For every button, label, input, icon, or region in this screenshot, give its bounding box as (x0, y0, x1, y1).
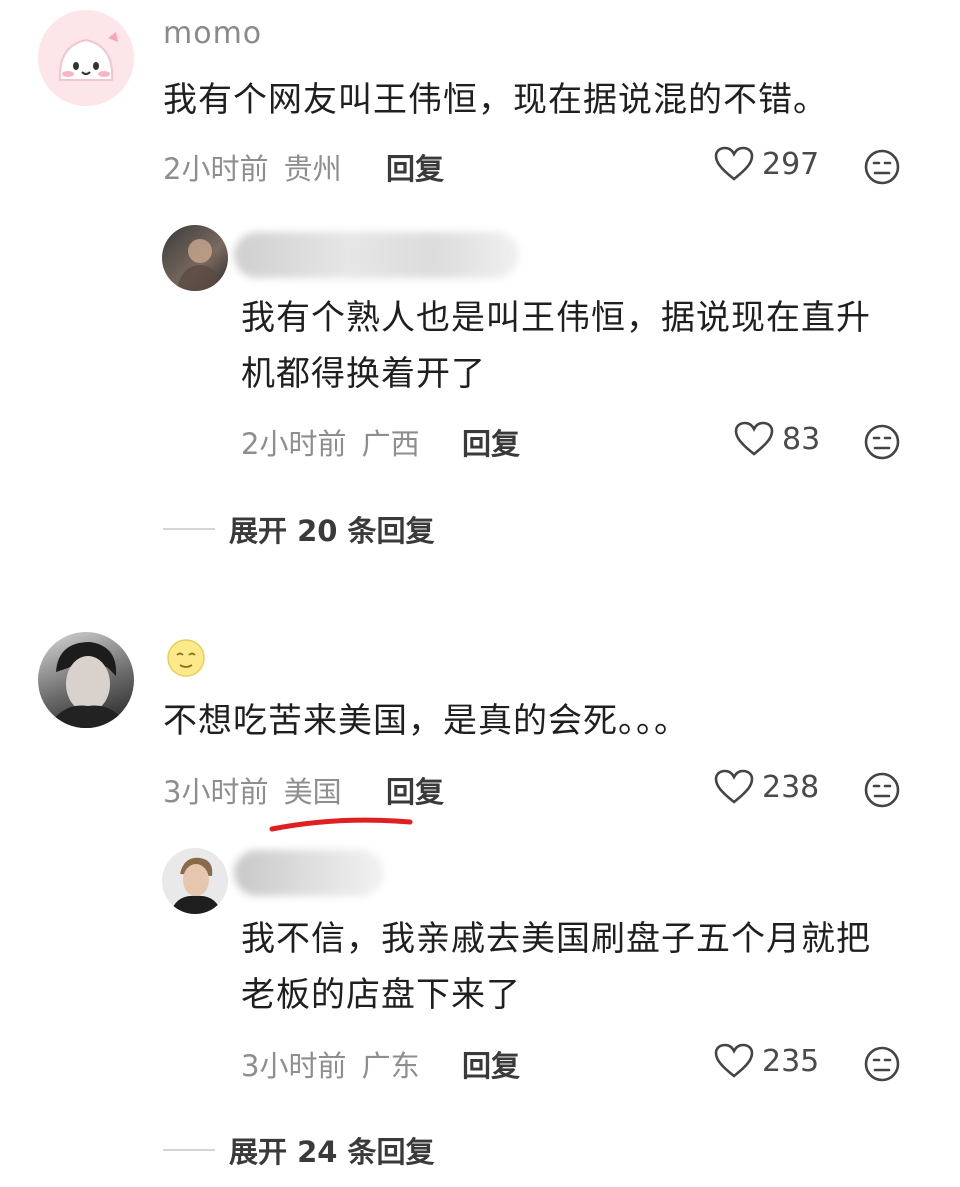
heart-icon (714, 1043, 754, 1078)
heart-icon (714, 769, 754, 804)
reply-button[interactable]: 回复 (462, 421, 520, 463)
expand-replies-label: 展开 20 条回复 (229, 514, 435, 548)
like-count: 238 (762, 769, 820, 805)
reply-text-line-2: 机都得换着开了 (241, 354, 486, 394)
reply-text-line-1: 我不信，我亲戚去美国刷盘子五个月就把 (241, 919, 871, 959)
expand-replies-label: 展开 24 条回复 (229, 1135, 435, 1169)
emoji-reaction-icon[interactable] (863, 148, 901, 186)
reply-time: 3小时前 (241, 1049, 347, 1083)
comment-time: 3小时前 (163, 775, 269, 809)
like-button[interactable]: 83 (734, 421, 820, 457)
red-underline-annotation (269, 817, 413, 832)
comment-text: 我有个网友叫王伟恒，现在据说混的不错。 (163, 80, 828, 120)
like-count: 235 (762, 1043, 820, 1079)
heart-icon (714, 146, 754, 181)
comment-meta: 3小时前 美国 (163, 769, 342, 811)
reply-avatar[interactable] (162, 848, 228, 914)
divider (163, 528, 215, 530)
emoji-reaction-icon[interactable] (863, 1045, 901, 1083)
comment-time: 2小时前 (163, 152, 269, 186)
username[interactable]: momo (163, 16, 262, 51)
like-count: 83 (782, 421, 821, 457)
photo-avatar-icon (170, 857, 222, 914)
comment-location: 美国 (283, 775, 342, 809)
expand-replies-button[interactable]: 展开 20 条回复 (163, 508, 435, 550)
reply-avatar[interactable] (162, 225, 228, 291)
avatar[interactable] (38, 10, 134, 106)
pink-cartoon-avatar-icon (38, 10, 134, 106)
heart-icon (734, 421, 774, 456)
like-button[interactable]: 297 (714, 146, 819, 182)
emoji-reaction-icon[interactable] (863, 771, 901, 809)
reply-location: 广西 (361, 427, 420, 461)
reply-button[interactable]: 回复 (386, 769, 444, 811)
moon-face-emoji-icon (167, 639, 205, 677)
reply-button[interactable]: 回复 (386, 146, 444, 188)
like-count: 297 (762, 146, 820, 182)
reply-meta: 3小时前 广东 (241, 1043, 420, 1085)
like-button[interactable]: 238 (714, 769, 819, 805)
photo-avatar-icon (176, 239, 222, 291)
reply-time: 2小时前 (241, 427, 347, 461)
divider (163, 1149, 215, 1151)
reply-meta: 2小时前 广西 (241, 421, 420, 463)
expand-replies-button[interactable]: 展开 24 条回复 (163, 1129, 435, 1171)
reply-location: 广东 (361, 1049, 420, 1083)
reply-text-line-1: 我有个熟人也是叫王伟恒，据说现在直升 (241, 298, 871, 338)
blurred-username (234, 232, 519, 278)
avatar[interactable] (38, 632, 134, 728)
emoji-reaction-icon[interactable] (863, 423, 901, 461)
comment-meta: 2小时前 贵州 (163, 146, 342, 188)
photo-avatar-icon (48, 642, 128, 728)
comment-text: 不想吃苦来美国，是真的会死。。。 (163, 701, 689, 741)
comment-location: 贵州 (283, 152, 342, 186)
blurred-username (234, 850, 384, 896)
reply-button[interactable]: 回复 (462, 1043, 520, 1085)
reply-text-line-2: 老板的店盘下来了 (241, 975, 521, 1015)
like-button[interactable]: 235 (714, 1043, 819, 1079)
